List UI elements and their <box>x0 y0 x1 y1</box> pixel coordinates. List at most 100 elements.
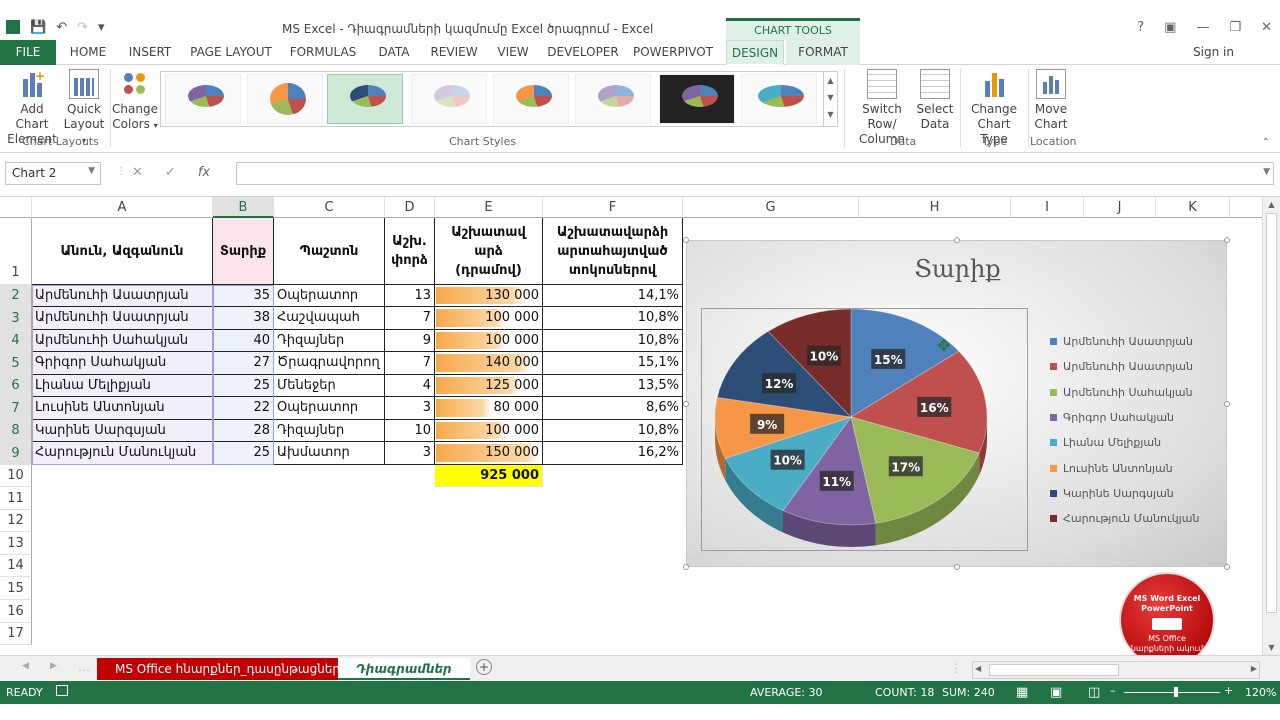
cell-position[interactable]: Ծրագրավորող <box>274 352 385 375</box>
undo-icon[interactable]: ↶ <box>56 20 67 35</box>
pie-data-label[interactable]: 10% <box>806 345 841 366</box>
resize-handle[interactable] <box>683 564 689 570</box>
row-header[interactable]: 7 <box>0 397 32 420</box>
cell-age[interactable]: 40 <box>213 330 274 352</box>
chart-style-2[interactable] <box>247 74 323 124</box>
zoom-in-icon[interactable]: + <box>1224 684 1233 697</box>
cell-experience[interactable]: 3 <box>385 442 435 465</box>
row-header[interactable]: 1 <box>0 218 32 285</box>
row-header[interactable]: 13 <box>0 532 32 555</box>
chart-style-5[interactable] <box>493 74 569 124</box>
scroll-up-icon[interactable]: ▲ <box>1263 200 1280 209</box>
scroll-down-icon[interactable]: ▼ <box>1263 643 1280 652</box>
cell-percent[interactable]: 8,6% <box>543 397 683 420</box>
cell-percent[interactable]: 10,8% <box>543 307 683 330</box>
new-sheet-icon[interactable]: + <box>476 659 492 675</box>
pie-data-label[interactable]: 17% <box>888 456 923 477</box>
worksheet-grid[interactable]: A B C D E F G H I J K 1 2 3 4 5 6 7 8 9 10 11 12 13 1… <box>0 197 1262 655</box>
help-icon[interactable]: ? <box>1137 20 1144 35</box>
cell-experience[interactable]: 3 <box>385 397 435 420</box>
cell-name[interactable]: Արմենուհի Սահակյան <box>32 330 213 352</box>
tab-file[interactable]: FILE <box>0 40 56 65</box>
cell-salary[interactable]: 125 000 <box>435 375 543 397</box>
cell-position[interactable]: Օպերատոր <box>274 397 385 420</box>
cell-name[interactable]: Գրիգոր Սահակյան <box>32 352 213 375</box>
chart-style-4[interactable] <box>411 74 487 124</box>
tab-powerpivot[interactable]: POWERPIVOT <box>632 40 714 65</box>
cell-age[interactable]: 27 <box>213 352 274 375</box>
cell-name[interactable]: Արմենուհի Ասատրյան <box>32 285 213 307</box>
move-chart-button[interactable]: Move Chart <box>1032 69 1070 132</box>
zoom-slider-thumb[interactable] <box>1174 687 1178 697</box>
cell-percent[interactable]: 10,8% <box>543 420 683 442</box>
change-colors-button[interactable]: Change Colors ▾ <box>112 69 158 133</box>
cell-experience[interactable]: 7 <box>385 307 435 330</box>
legend-entry[interactable]: Գրիգոր Սահակյան <box>1050 405 1218 430</box>
tab-page-layout[interactable]: PAGE LAYOUT <box>188 40 274 65</box>
name-box-dropdown-icon[interactable]: ▼ <box>88 166 95 176</box>
cell-position[interactable]: Դիզայներ <box>274 420 385 442</box>
header-percent-cell[interactable]: Աշխատավարձի արտահայտված տոկոսներով <box>543 218 683 285</box>
pie-data-label[interactable]: 16% <box>917 396 952 417</box>
scroll-thumb[interactable] <box>1266 213 1277 613</box>
select-data-button[interactable]: Select Data <box>916 69 954 132</box>
row-header[interactable]: 15 <box>0 577 32 600</box>
chart-title[interactable]: Տարիք <box>687 255 1228 283</box>
row-header[interactable]: 9 <box>0 442 32 465</box>
tab-design[interactable]: DESIGN <box>726 40 784 65</box>
cell-name[interactable]: Լուսինե Անտոնյան <box>32 397 213 420</box>
formula-input[interactable] <box>236 162 1274 185</box>
cell-age[interactable]: 35 <box>213 285 274 307</box>
header-experience-cell[interactable]: Աշխ. փորձ <box>385 218 435 285</box>
chart-style-8[interactable] <box>741 74 817 124</box>
cell-age[interactable]: 25 <box>213 442 274 465</box>
cell-experience[interactable]: 4 <box>385 375 435 397</box>
sheet-tab-ms-office[interactable]: MS Office հնարքներ_դասընթացներ <box>97 658 359 680</box>
row-header[interactable]: 8 <box>0 420 32 442</box>
prev-sheet-icon[interactable]: ◀ <box>22 661 29 671</box>
cell-salary[interactable]: 100 000 <box>435 330 543 352</box>
row-header[interactable]: 12 <box>0 510 32 532</box>
page-layout-view-icon[interactable]: ▣ <box>1050 685 1062 700</box>
cell-name[interactable]: Հարություն Մանուկյան <box>32 442 213 465</box>
column-header[interactable]: J <box>1084 197 1156 218</box>
column-header[interactable]: C <box>274 197 385 218</box>
legend-entry[interactable]: Արմենուհի Սահակյան <box>1050 380 1218 405</box>
cell-position[interactable]: Ախմատոր <box>274 442 385 465</box>
cell-total[interactable]: 925 000 <box>435 465 543 487</box>
tab-review[interactable]: REVIEW <box>428 40 480 65</box>
cell-age[interactable]: 38 <box>213 307 274 330</box>
resize-handle[interactable] <box>1224 564 1230 570</box>
cell-salary[interactable]: 80 000 <box>435 397 543 420</box>
hscroll-thumb[interactable] <box>989 664 1119 676</box>
row-header[interactable]: 17 <box>0 623 32 645</box>
legend-entry[interactable]: Հարություն Մանուկյան <box>1050 506 1218 531</box>
normal-view-icon[interactable]: ▦ <box>1016 685 1028 700</box>
pie-data-label[interactable]: 9% <box>750 413 785 434</box>
next-sheet-icon[interactable]: ▶ <box>50 661 57 671</box>
sheet-list-grip[interactable]: … <box>78 660 90 674</box>
header-salary-cell[interactable]: Աշխատավ արձ (դրամով) <box>435 218 543 285</box>
chart-style-7[interactable] <box>659 74 735 124</box>
cell-salary[interactable]: 140 000 <box>435 352 543 375</box>
customize-qat-icon[interactable]: ▾ <box>98 20 105 35</box>
cell-percent[interactable]: 15,1% <box>543 352 683 375</box>
row-header[interactable]: 16 <box>0 600 32 623</box>
cell-percent[interactable]: 14,1% <box>543 285 683 307</box>
cell-position[interactable]: Օպերատոր <box>274 285 385 307</box>
scroll-right-icon[interactable]: ▶ <box>1251 664 1257 673</box>
expand-formula-bar-icon[interactable]: ▼ <box>1263 167 1270 177</box>
header-age-cell[interactable]: Տարիք <box>213 218 274 285</box>
vertical-scrollbar[interactable]: ▲ ▼ <box>1262 197 1280 655</box>
cell-experience[interactable]: 10 <box>385 420 435 442</box>
column-header[interactable]: D <box>385 197 435 218</box>
cell-experience[interactable]: 9 <box>385 330 435 352</box>
cell-position[interactable]: Մենեջեր <box>274 375 385 397</box>
collapse-ribbon-icon[interactable]: ⌃ <box>1262 137 1270 148</box>
column-header[interactable]: K <box>1156 197 1230 218</box>
cell-name[interactable]: Արմենուհի Ասատրյան <box>32 307 213 330</box>
resize-handle[interactable] <box>683 237 689 243</box>
resize-handle[interactable] <box>954 564 960 570</box>
row-header[interactable]: 11 <box>0 487 32 510</box>
enter-icon[interactable]: ✓ <box>165 165 176 180</box>
